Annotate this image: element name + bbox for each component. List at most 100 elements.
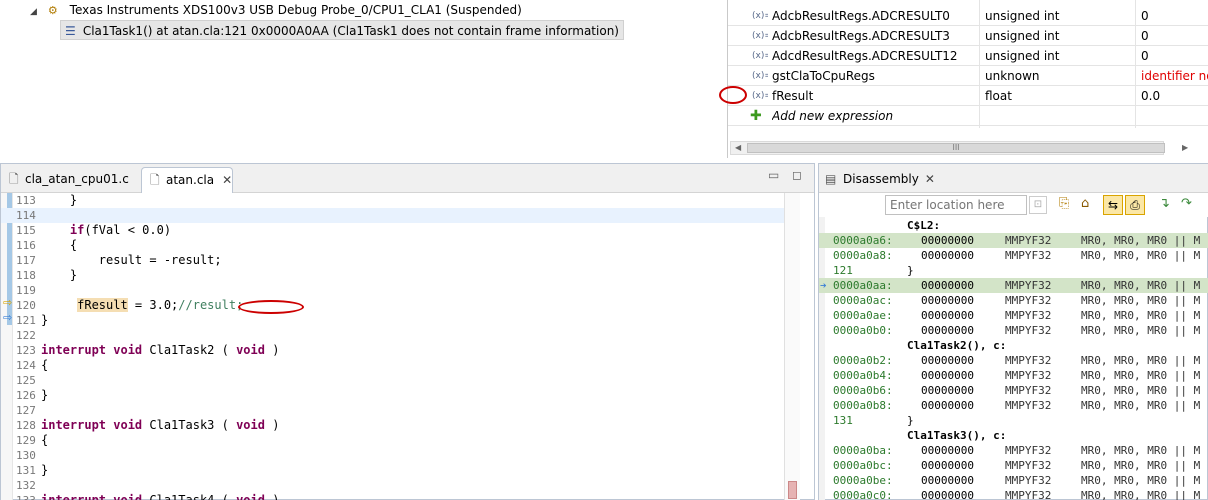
expression-value[interactable]: 0 [1141,6,1208,26]
tab-atan-cla[interactable]: 🗋 atan.cla ✕ [141,167,233,193]
debug-view: ◢ ⚙ Texas Instruments XDS100v3 USB Debug… [0,0,722,158]
show-symbols-icon[interactable]: ⎙ [1125,195,1145,215]
vertical-scrollbar[interactable] [784,193,800,500]
code-text: } [41,193,77,208]
line-number: 119 [16,284,36,297]
disassembly-view: ▤Disassembly✕ ⊡ ⎘ ⌂ ⇆ ⎙ ↴ ↷ C$L2:0000a0a… [818,163,1208,500]
code-line[interactable]: 132 [1,478,784,493]
tab-cla-atan-cpu01[interactable]: 🗋 cla_atan_cpu01.c [1,167,141,193]
debug-target-node[interactable]: ◢ ⚙ Texas Instruments XDS100v3 USB Debug… [30,0,522,20]
code-line[interactable]: 118 } [1,268,784,283]
disassembly-row[interactable]: 0000a0b6: 00000000 MMPYF32 MR0, MR0, MR0 ||… [819,383,1208,398]
disassembly-row[interactable]: 0000a0c0: 00000000 MMPYF32 MR0, MR0, MR0 ||… [819,488,1208,500]
scroll-left-icon[interactable]: ◀ [735,142,741,154]
expression-value[interactable]: identifier no [1141,66,1208,86]
disassembly-row[interactable]: 0000a0aa: 00000000 MMPYF32 MR0, MR0, MR0 ||… [819,278,1208,293]
expression-type: unknown [985,69,1040,83]
expression-value[interactable]: 0 [1141,46,1208,66]
disassembly-row[interactable]: C$L2: [819,218,1208,233]
disassembly-row[interactable]: Cla1Task2(), c: [819,338,1208,353]
code-line[interactable]: 131} [1,463,784,478]
operands: MR0, MR0, MR0 || M [1081,249,1201,262]
go-to-icon[interactable]: ⊡ [1029,196,1047,214]
expression-row[interactable]: (x)= AdcdResultRegs.ADCRESULT12 unsigned i… [728,46,1208,66]
code-line[interactable]: 117 result = -result; [1,253,784,268]
disassembly-row[interactable]: Cla1Task3(), c: [819,428,1208,443]
disassembly-row[interactable]: 0000a0ac: 00000000 MMPYF32 MR0, MR0, MR0 ||… [819,293,1208,308]
code-text: } [41,388,48,403]
disassembly-row[interactable]: 0000a0ae: 00000000 MMPYF32 MR0, MR0, MR0 ||… [819,308,1208,323]
disassembly-row[interactable]: 131} [819,413,1208,428]
disassembly-row[interactable]: 0000a0a6: 00000000 MMPYF32 MR0, MR0, MR0 ||… [819,233,1208,248]
expression-name: AdcdResultRegs.ADCRESULT12 [772,49,958,63]
expression-type: unsigned int [985,29,1060,43]
code-line[interactable]: 126} [1,388,784,403]
code-line[interactable]: 128 interrupt void Cla1Task3 ( void ) [1,418,784,433]
code-line[interactable]: 116 { [1,238,784,253]
code-line[interactable]: 127 [1,403,784,418]
scroll-thumb[interactable]: III [747,143,1165,153]
expression-row[interactable]: (x)= AdcbResultRegs.ADCRESULT3 unsigned in… [728,26,1208,46]
expression-value[interactable]: 0 [1141,26,1208,46]
code-line[interactable]: 122 [1,328,784,343]
close-icon[interactable]: ✕ [222,168,232,192]
code-text: { [41,358,48,373]
step-into-icon[interactable]: ↴ [1159,196,1170,211]
instruction-address: 0000a0b0: [833,324,893,337]
minimize-icon[interactable]: ▭ [768,168,779,182]
operands: MR0, MR0, MR0 || M [1081,474,1201,487]
code-fragment: } [41,388,49,402]
step-over-icon[interactable]: ↷ [1181,196,1192,211]
add-expression-row[interactable]: ✚ Add new expression [728,106,1208,126]
disassembly-row[interactable]: 0000a0a8: 00000000 MMPYF32 MR0, MR0, MR0 ||… [819,248,1208,263]
line-number: 132 [16,479,36,492]
expression-type: float [985,89,1012,103]
mnemonic: MMPYF32 [1005,354,1052,367]
scroll-right-icon[interactable]: ▶ [1182,141,1188,155]
code-line[interactable]: 120 fResult = 3.0;//result; [1,298,784,313]
code-line[interactable]: 129 { [1,433,784,448]
expression-value[interactable]: 0.0 [1141,86,1208,106]
tab-disassembly[interactable]: ▤ Disassembly ✕ [821,167,935,193]
opcode: 00000000 [921,279,974,292]
code-line[interactable]: 133interrupt void Cla1Task4 ( void ) [1,493,784,500]
mnemonic: MMPYF32 [1005,489,1052,500]
source-text: } [907,264,914,277]
stack-frame-node[interactable]: ☰ Cla1Task1() at atan.cla:121 0x0000A0AA… [60,20,624,40]
expression-name: fResult [772,89,814,103]
code-line[interactable]: 123 interrupt void Cla1Task2 ( void ) [1,343,784,358]
disassembly-row[interactable]: 0000a0be: 00000000 MMPYF32 MR0, MR0, MR0 ||… [819,473,1208,488]
home-icon[interactable]: ⌂ [1081,196,1089,211]
expression-row[interactable]: (x)= fResult float 0.0 [728,86,1208,106]
disassembly-row[interactable]: 0000a0b2: 00000000 MMPYF32 MR0, MR0, MR0 ||… [819,353,1208,368]
line-number: 118 [16,269,36,282]
code-line[interactable]: 113 } [1,193,784,208]
horizontal-scrollbar[interactable]: ◀ III [730,141,1165,155]
disassembly-row[interactable]: 0000a0b4: 00000000 MMPYF32 MR0, MR0, MR0 ||… [819,368,1208,383]
disassembly-row[interactable]: 0000a0ba: 00000000 MMPYF32 MR0, MR0, MR0 ||… [819,443,1208,458]
code-line[interactable]: 121} [1,313,784,328]
link-with-debug-icon[interactable]: ⎘ [1059,196,1069,211]
disassembly-row[interactable]: 121} [819,263,1208,278]
maximize-icon[interactable]: ◻ [792,168,802,182]
code-line[interactable]: 124 { [1,358,784,373]
close-icon[interactable]: ✕ [925,167,935,191]
annotation-ellipse [719,86,747,104]
disassembly-row[interactable]: 0000a0bc: 00000000 MMPYF32 MR0, MR0, MR0 ||… [819,458,1208,473]
code-text: fResult = 3.0;//result; [41,298,243,313]
code-line[interactable]: 119 [1,283,784,298]
disassembly-row[interactable]: 0000a0b0: 00000000 MMPYF32 MR0, MR0, MR0 ||… [819,323,1208,338]
expression-row[interactable]: (x)= gstClaToCpuRegs unknown identifier no [728,66,1208,86]
line-number: 130 [16,449,36,462]
disassembly-row[interactable]: 0000a0b8: 00000000 MMPYF32 MR0, MR0, MR0 ||… [819,398,1208,413]
mnemonic: MMPYF32 [1005,474,1052,487]
expression-row[interactable]: (x)= AdcbResultRegs.ADCRESULT0 unsigned in… [728,6,1208,26]
code-line[interactable]: 125 [1,373,784,388]
highlighted-identifier: fResult [77,298,128,312]
location-input[interactable] [885,195,1027,215]
code-line[interactable]: 115 if(fVal < 0.0) [1,223,784,238]
code-line[interactable]: 130 [1,448,784,463]
show-source-icon[interactable]: ⇆ [1103,195,1123,215]
code-line[interactable]: 114 [1,208,784,223]
collapse-arrow-icon[interactable]: ◢ [30,2,44,22]
